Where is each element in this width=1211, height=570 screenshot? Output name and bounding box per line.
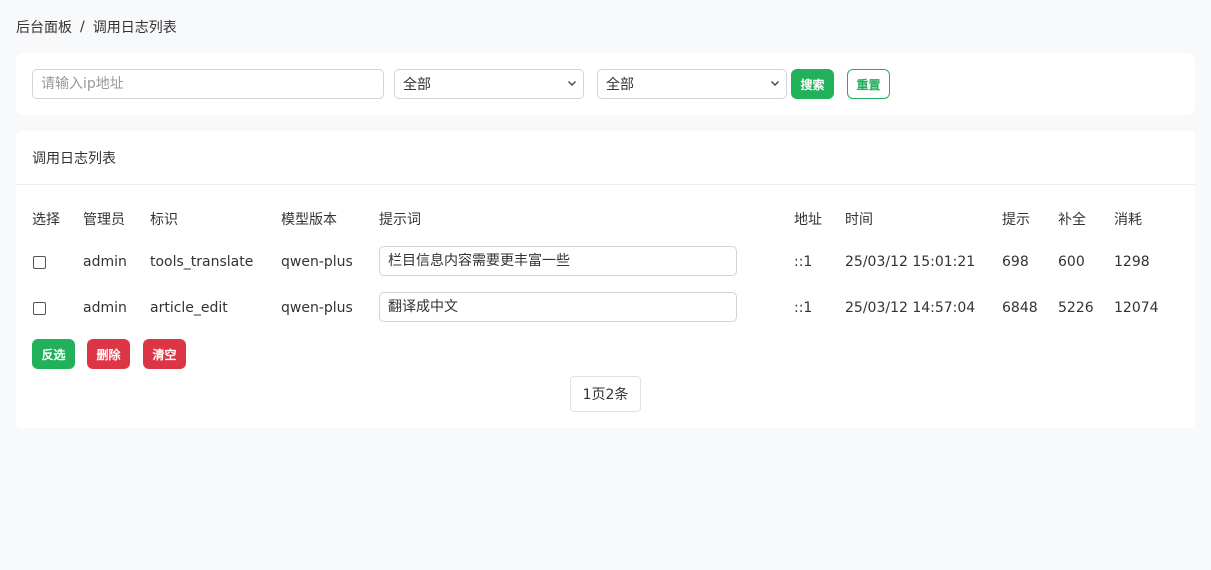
row-address: ::1	[794, 300, 813, 316]
filter-select-2-value: 全部	[606, 77, 634, 93]
row-prompt-field[interactable]: 翻译成中文	[379, 292, 737, 322]
filter-select-2[interactable]: 全部	[597, 69, 787, 99]
row-admin: admin	[83, 254, 127, 270]
chevron-down-icon	[568, 81, 576, 86]
filter-select-1-value: 全部	[403, 77, 431, 93]
column-header-prompt-tokens: 提示	[1002, 212, 1030, 228]
row-completion-tokens: 5226	[1058, 300, 1094, 316]
row-tag: tools_translate	[150, 254, 254, 270]
row-completion-tokens: 600	[1058, 254, 1085, 270]
list-title: 调用日志列表	[32, 151, 116, 167]
column-header-select: 选择	[32, 212, 60, 228]
row-address: ::1	[794, 254, 813, 270]
delete-button[interactable]: 删除	[87, 339, 130, 369]
column-header-completion-tokens: 补全	[1058, 212, 1086, 228]
row-prompt-field[interactable]: 栏目信息内容需要更丰富一些	[379, 246, 737, 276]
row-select-checkbox[interactable]	[33, 302, 46, 315]
column-header-total-tokens: 消耗	[1114, 212, 1142, 228]
clear-button[interactable]: 清空	[143, 339, 186, 369]
row-model: qwen-plus	[281, 300, 353, 316]
column-header-prompt: 提示词	[379, 212, 421, 228]
column-header-model: 模型版本	[281, 212, 337, 228]
breadcrumb-current: 调用日志列表	[92, 20, 177, 36]
log-list-card: 调用日志列表 选择 管理员 标识 模型版本 提示词 地址 时间 提示 补全 消耗…	[16, 131, 1195, 428]
chevron-down-icon	[771, 81, 779, 86]
breadcrumb: 后台面板 / 调用日志列表	[16, 17, 177, 37]
reset-button[interactable]: 重置	[847, 69, 890, 99]
row-admin: admin	[83, 300, 127, 316]
column-header-admin: 管理员	[83, 212, 125, 228]
row-prompt-tokens: 698	[1002, 254, 1029, 270]
invert-selection-button[interactable]: 反选	[32, 339, 75, 369]
search-button[interactable]: 搜索	[791, 69, 834, 99]
column-header-address: 地址	[794, 212, 822, 228]
filter-card: 全部 全部 搜索 重置	[16, 53, 1195, 115]
column-header-time: 时间	[845, 212, 873, 228]
row-select-checkbox[interactable]	[33, 256, 46, 269]
row-time: 25/03/12 15:01:21	[845, 254, 976, 270]
breadcrumb-separator: /	[80, 19, 85, 35]
row-time: 25/03/12 14:57:04	[845, 300, 976, 316]
column-header-tag: 标识	[150, 212, 178, 228]
row-model: qwen-plus	[281, 254, 353, 270]
row-prompt-tokens: 6848	[1002, 300, 1038, 316]
filter-select-1[interactable]: 全部	[394, 69, 584, 99]
divider	[16, 184, 1195, 185]
breadcrumb-root-link[interactable]: 后台面板	[16, 17, 72, 37]
ip-search-input[interactable]	[32, 69, 384, 99]
row-total-tokens: 12074	[1114, 300, 1159, 316]
row-tag: article_edit	[150, 300, 228, 316]
pagination-info[interactable]: 1页2条	[570, 376, 641, 412]
row-total-tokens: 1298	[1114, 254, 1150, 270]
